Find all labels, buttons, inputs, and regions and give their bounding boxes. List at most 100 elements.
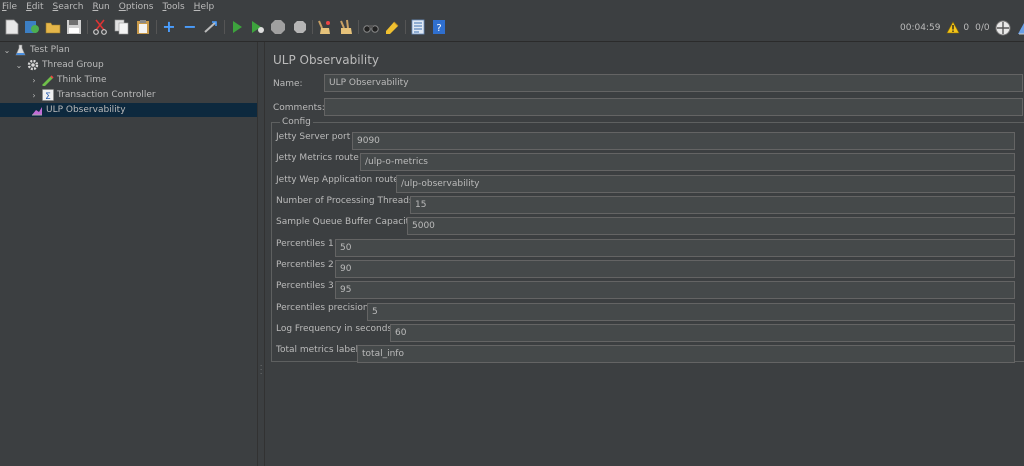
toolbar-separator <box>358 20 359 34</box>
collapse-minus-icon[interactable]: − <box>182 19 198 35</box>
status-area: 00:04:59 0 0/0 <box>900 14 1024 42</box>
copy-icon[interactable] <box>114 19 130 35</box>
toolbar-separator <box>156 20 157 34</box>
pencil-icon <box>41 74 54 86</box>
templates-icon[interactable] <box>24 19 40 35</box>
menu-search[interactable]: Search <box>53 0 84 14</box>
menu-search-label: earch <box>58 2 84 12</box>
splitter-grip-icon: · · · <box>260 362 263 378</box>
start-no-pauses-icon[interactable] <box>250 19 266 35</box>
menu-file-label: ile <box>6 2 18 12</box>
page-title: ULP Observability <box>273 53 380 67</box>
chevron-right-icon[interactable]: › <box>29 76 39 85</box>
tree-node-label: ULP Observability <box>46 105 126 115</box>
menu-options-mnemonic: O <box>118 2 126 12</box>
tree-node-ulp-observability[interactable]: ULP Observability <box>0 103 257 117</box>
percentiles-3-field[interactable] <box>335 281 1015 299</box>
toolbar: + − ? 00:04:59 0 0/0 <box>0 14 1024 42</box>
menu-tools-label: ools <box>166 2 185 12</box>
menu-edit[interactable]: Edit <box>26 0 43 14</box>
main-panel: ULP Observability Name: Comments: Config… <box>266 42 1024 466</box>
comments-label: Comments: <box>273 103 325 113</box>
clear-broom-icon[interactable] <box>316 19 332 35</box>
menu-file[interactable]: File <box>2 0 17 14</box>
chevron-right-icon[interactable]: › <box>29 91 39 100</box>
test-plan-tree: ⌄ Test Plan ⌄ Thread Group › Think Time … <box>0 42 257 466</box>
log-frequency-field[interactable] <box>390 324 1015 342</box>
menu-edit-label: dit <box>31 2 44 12</box>
queue-capacity-field[interactable] <box>407 217 1015 235</box>
shutdown-icon[interactable] <box>292 19 308 35</box>
tree-node-label: Think Time <box>57 75 107 85</box>
comments-field[interactable] <box>324 98 1023 116</box>
percentiles-1-field[interactable] <box>335 239 1015 257</box>
name-label: Name: <box>273 79 303 89</box>
start-icon[interactable] <box>229 19 245 35</box>
sigma-icon: Σ <box>41 89 54 101</box>
tree-node-transaction-controller[interactable]: › Σ Transaction Controller <box>0 88 257 102</box>
name-field[interactable] <box>324 74 1023 92</box>
processing-threads-field[interactable] <box>410 196 1015 214</box>
new-file-icon[interactable] <box>4 19 20 35</box>
percentiles-precision-label: Percentiles precision <box>276 303 369 313</box>
menu-bar: File Edit Search Run Options Tools Help <box>0 0 1024 14</box>
elapsed-timer: 00:04:59 <box>900 23 941 33</box>
tree-node-think-time[interactable]: › Think Time <box>0 73 257 87</box>
chart-icon <box>30 104 43 116</box>
config-legend: Config <box>280 117 313 127</box>
toolbar-separator <box>405 20 406 34</box>
percentiles-1-label: Percentiles 1 <box>276 239 334 249</box>
thread-count: 0/0 <box>975 23 990 33</box>
paste-icon[interactable] <box>135 19 151 35</box>
menu-run-label: un <box>98 2 110 12</box>
stop-icon[interactable] <box>270 19 286 35</box>
tree-node-test-plan[interactable]: ⌄ Test Plan <box>0 43 257 57</box>
menu-help[interactable]: Help <box>194 0 215 14</box>
total-metrics-label: Total metrics label <box>276 345 359 355</box>
log-frequency-label: Log Frequency in seconds <box>276 324 393 334</box>
menu-run[interactable]: Run <box>92 0 109 14</box>
log-viewer-icon[interactable] <box>1016 20 1024 36</box>
warning-icon[interactable] <box>946 21 960 35</box>
warning-count: 0 <box>963 23 970 33</box>
jetty-port-label: Jetty Server port <box>276 132 351 142</box>
app-route-field[interactable] <box>396 175 1015 193</box>
clear-all-broom-icon[interactable] <box>338 19 354 35</box>
jetty-port-field[interactable] <box>352 132 1015 150</box>
tree-node-thread-group[interactable]: ⌄ Thread Group <box>0 58 257 72</box>
app-route-label: Jetty Wep Application route <box>276 175 399 185</box>
toolbar-separator <box>224 20 225 34</box>
percentiles-2-field[interactable] <box>335 260 1015 278</box>
percentiles-2-label: Percentiles 2 <box>276 260 334 270</box>
metrics-route-field[interactable] <box>360 153 1015 171</box>
chevron-down-icon[interactable]: ⌄ <box>14 61 24 70</box>
reset-search-icon[interactable] <box>384 19 400 35</box>
tree-node-label: Transaction Controller <box>57 90 156 100</box>
processing-threads-label: Number of Processing Threads <box>276 196 414 206</box>
total-metrics-field[interactable] <box>357 345 1015 363</box>
binoculars-search-icon[interactable] <box>363 19 379 35</box>
svg-text:?: ? <box>436 23 441 34</box>
menu-tools[interactable]: Tools <box>162 0 184 14</box>
menu-options[interactable]: Options <box>119 0 154 14</box>
tree-node-label: Test Plan <box>30 45 70 55</box>
cut-icon[interactable] <box>92 19 108 35</box>
save-icon[interactable] <box>66 19 82 35</box>
function-helper-icon[interactable] <box>410 19 426 35</box>
open-folder-icon[interactable] <box>45 19 61 35</box>
help-icon[interactable]: ? <box>431 19 447 35</box>
toggle-icon[interactable] <box>203 19 219 35</box>
split-pane-divider[interactable]: · · · <box>257 42 265 466</box>
queue-capacity-label: Sample Queue Buffer Capacity <box>276 217 415 227</box>
remote-hosts-icon[interactable] <box>995 20 1011 36</box>
percentiles-precision-field[interactable] <box>367 303 1015 321</box>
flask-icon <box>14 44 27 56</box>
expand-plus-icon[interactable]: + <box>161 19 177 35</box>
gear-icon <box>26 59 39 71</box>
menu-options-label: ptions <box>125 2 154 12</box>
percentiles-3-label: Percentiles 3 <box>276 281 334 291</box>
metrics-route-label: Jetty Metrics route <box>276 153 359 163</box>
svg-text:Σ: Σ <box>45 92 51 101</box>
chevron-down-icon[interactable]: ⌄ <box>2 46 12 55</box>
toolbar-separator <box>312 20 313 34</box>
